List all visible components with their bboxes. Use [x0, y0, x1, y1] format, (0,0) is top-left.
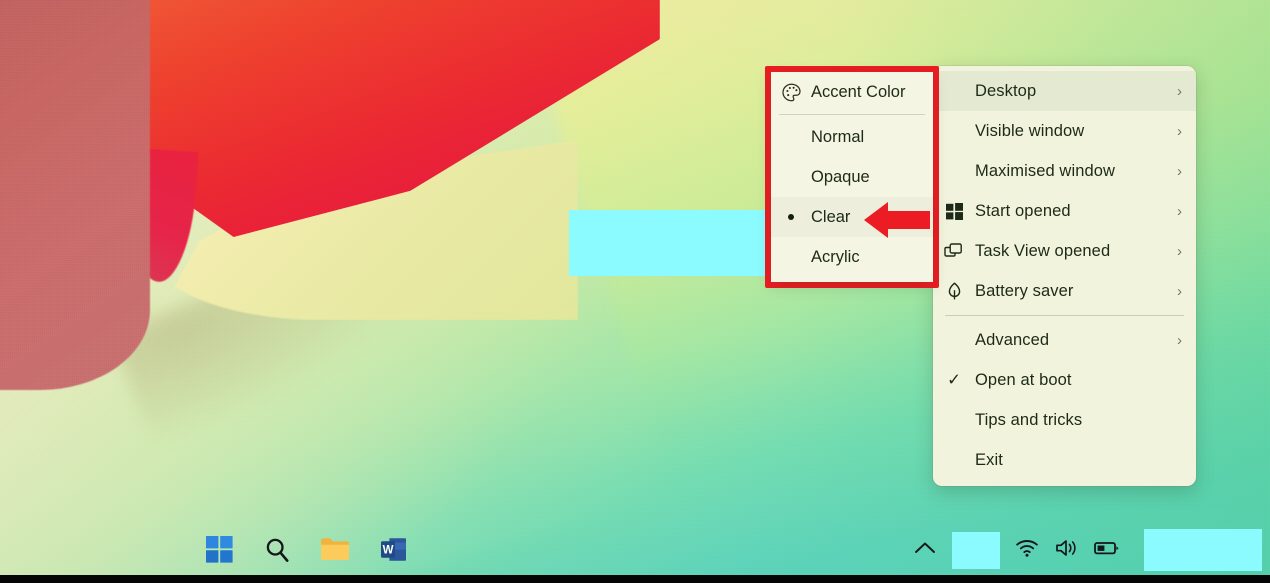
volume-button[interactable] [1054, 537, 1080, 563]
desktop-redacted-region [569, 210, 765, 276]
menu-item-task-view-opened-label: Task View opened [975, 241, 1111, 260]
menu-item-exit[interactable]: Exit [933, 440, 1196, 480]
svg-text:W: W [382, 544, 393, 556]
chevron-right-icon: › [1177, 82, 1182, 100]
tray-redacted-region-1 [952, 531, 1000, 569]
check-icon: ✓ [947, 371, 961, 389]
chevron-up-icon [914, 540, 936, 561]
accent-menu-separator [779, 114, 925, 115]
accent-option-clear-radio [771, 214, 811, 220]
screen: Desktop › Visible window › Maximised win… [0, 0, 1270, 583]
show-hidden-icons-button[interactable] [912, 537, 938, 563]
chevron-right-icon: › [1177, 122, 1182, 140]
accent-option-normal-label: Normal [811, 127, 865, 146]
accent-color-header: Accent Color [771, 72, 933, 112]
chevron-right-icon: › [1177, 242, 1182, 260]
chevron-right-icon: › [1177, 331, 1182, 349]
accent-option-opaque[interactable]: Opaque [771, 157, 933, 197]
menu-item-desktop[interactable]: Desktop › [933, 71, 1196, 111]
chevron-right-icon: › [1177, 202, 1182, 220]
clock-redacted-region [1144, 529, 1262, 571]
accent-color-submenu-highlight: Accent Color Normal Opaque Clear Acrylic [765, 66, 939, 288]
search-icon [263, 536, 291, 569]
leaf-icon [933, 281, 975, 301]
menu-item-visible-window[interactable]: Visible window › [933, 111, 1196, 151]
wifi-icon [1015, 538, 1039, 563]
chevron-right-icon: › [1177, 282, 1182, 300]
folder-icon [320, 536, 350, 568]
accent-option-clear[interactable]: Clear [771, 197, 933, 237]
speaker-icon [1055, 538, 1079, 563]
accent-option-acrylic-label: Acrylic [811, 247, 860, 266]
taskbar-tweaker-context-menu[interactable]: Desktop › Visible window › Maximised win… [933, 66, 1196, 486]
menu-separator [945, 315, 1184, 316]
start-button[interactable] [200, 533, 238, 571]
accent-option-acrylic[interactable]: Acrylic [771, 237, 933, 277]
word-icon: W [380, 536, 407, 568]
menu-item-exit-label: Exit [975, 450, 1003, 469]
windows-logo-icon [205, 536, 233, 568]
accent-option-opaque-label: Opaque [811, 167, 870, 186]
menu-item-advanced-label: Advanced [975, 330, 1050, 349]
battery-icon [1094, 540, 1120, 561]
menu-item-tips-and-tricks-label: Tips and tricks [975, 410, 1083, 429]
menu-item-maximised-window-label: Maximised window [975, 161, 1116, 180]
taskbar-system-tray [912, 529, 1262, 571]
task-view-icon [933, 241, 975, 261]
accent-color-submenu[interactable]: Accent Color Normal Opaque Clear Acrylic [771, 72, 933, 282]
menu-item-task-view-opened[interactable]: Task View opened › [933, 231, 1196, 271]
word-button[interactable]: W [374, 533, 412, 571]
menu-item-battery-saver-label: Battery saver [975, 281, 1074, 300]
taskbar-pinned-apps: W [200, 533, 412, 571]
menu-item-start-opened[interactable]: Start opened › [933, 191, 1196, 231]
accent-option-clear-label: Clear [811, 207, 851, 226]
screen-bottom-bezel [0, 575, 1270, 583]
file-explorer-button[interactable] [316, 533, 354, 571]
menu-item-tips-and-tricks[interactable]: Tips and tricks [933, 400, 1196, 440]
menu-item-advanced[interactable]: Advanced › [933, 320, 1196, 360]
search-button[interactable] [258, 533, 296, 571]
menu-item-desktop-label: Desktop [975, 81, 1037, 100]
accent-option-normal[interactable]: Normal [771, 117, 933, 157]
menu-item-open-at-boot[interactable]: ✓ Open at boot [933, 360, 1196, 400]
windows-icon [933, 202, 975, 220]
network-button[interactable] [1014, 537, 1040, 563]
menu-item-visible-window-label: Visible window [975, 121, 1085, 140]
chevron-right-icon: › [1177, 162, 1182, 180]
accent-color-header-label: Accent Color [811, 82, 906, 101]
palette-icon [771, 82, 811, 103]
menu-item-start-opened-label: Start opened [975, 201, 1071, 220]
battery-button[interactable] [1094, 537, 1120, 563]
menu-item-open-at-boot-label: Open at boot [975, 370, 1072, 389]
taskbar[interactable]: W [0, 525, 1270, 583]
menu-item-maximised-window[interactable]: Maximised window › [933, 151, 1196, 191]
menu-item-battery-saver[interactable]: Battery saver › [933, 271, 1196, 311]
